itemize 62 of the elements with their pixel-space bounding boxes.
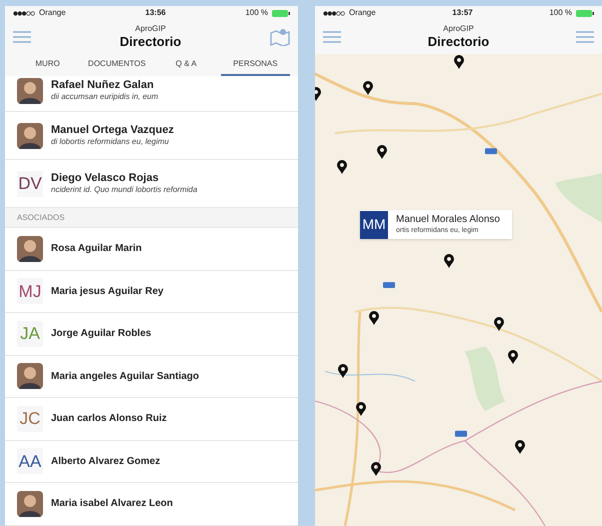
map-pin-icon[interactable] (337, 160, 347, 174)
person-name: Diego Velasco Rojas (51, 172, 160, 186)
map-pin-icon[interactable] (356, 402, 366, 416)
person-row[interactable]: Maria isabel Alvarez Leon (5, 483, 298, 526)
person-name: Rosa Aguilar Marin (51, 242, 142, 256)
signal-icon (323, 10, 345, 16)
battery-percent: 100 % (245, 7, 268, 19)
map-pin-icon[interactable] (338, 364, 348, 378)
app-name: AproGIP (443, 24, 474, 34)
tab[interactable]: PERSONAS (220, 54, 290, 76)
person-subtitle: di lobortis reformidans eu, legimu (51, 137, 170, 148)
person-avatar (17, 236, 43, 262)
initials-avatar: AA (17, 448, 43, 474)
battery-icon (272, 10, 290, 16)
person-avatar (17, 122, 43, 148)
person-row[interactable]: Rafael Nuñez Galan dii accumsan euripidis in, eum (5, 70, 298, 112)
battery-percent: 100 % (549, 7, 572, 19)
signal-icon (13, 10, 35, 16)
section-header: ASOCIADOS (17, 212, 65, 224)
person-name: Alberto Alvarez Gomez (51, 454, 160, 469)
map-pin-icon[interactable] (515, 440, 525, 454)
carrier-label: Orange (349, 7, 376, 19)
person-name: Maria isabel Alvarez Leon (51, 497, 173, 512)
battery-icon (576, 10, 594, 16)
person-name: Maria angeles Aguilar Santiago (51, 370, 200, 384)
screen-title: Directorio (428, 34, 490, 50)
map-pin-icon[interactable] (444, 254, 454, 268)
person-row[interactable]: AA Alberto Alvarez Gomez (5, 440, 298, 483)
person-name: Manuel Ortega Vazquez (51, 124, 174, 138)
clock-time: 13:57 (452, 7, 473, 19)
screen-title: Directorio (120, 34, 182, 50)
person-subtitle: dii accumsan euripidis in, eum (51, 92, 158, 102)
initials-avatar: DV (17, 170, 43, 196)
initials-avatar: JA (17, 320, 43, 347)
map-pin-icon[interactable] (371, 462, 381, 476)
map-pin-icon[interactable] (454, 55, 464, 69)
map-pin-icon[interactable] (494, 317, 504, 331)
app-name: AproGIP (135, 24, 166, 34)
person-row[interactable]: Maria angeles Aguilar Santiago (5, 356, 298, 398)
person-name: Jorge Aguilar Robles (51, 327, 152, 342)
person-subtitle: nciderint id. Quo mundi lobortis reformida (51, 185, 198, 196)
map-pin-icon[interactable] (363, 81, 373, 95)
person-name: Juan carlos Alonso Ruiz (51, 412, 167, 426)
initials-avatar: MM (360, 210, 388, 239)
map-pin-icon[interactable] (508, 350, 518, 364)
map-pin-icon[interactable] (377, 145, 387, 159)
person-name: Rafael Nuñez Galan (51, 78, 155, 92)
person-row[interactable]: JC Juan carlos Alonso Ruiz (5, 398, 298, 440)
person-avatar (17, 490, 43, 517)
initials-avatar: MJ (17, 278, 43, 304)
carrier-label: Orange (39, 7, 66, 19)
person-row[interactable]: MJ Maria jesus Aguilar Rey (5, 270, 298, 313)
person-name: Manuel Morales Alonso (396, 214, 500, 226)
person-row[interactable]: Rosa Aguilar Marin (5, 228, 298, 270)
person-avatar (17, 78, 43, 104)
person-avatar (17, 363, 43, 390)
person-row[interactable]: Manuel Ortega Vazquez di lobortis reformidans eu, legimu (5, 112, 298, 160)
clock-time: 13:56 (145, 7, 166, 19)
initials-avatar: JC (17, 406, 43, 432)
person-name: Maria jesus Aguilar Rey (51, 284, 164, 299)
person-row[interactable]: JA Jorge Aguilar Robles (5, 313, 298, 356)
map-pin-icon[interactable] (369, 311, 379, 325)
